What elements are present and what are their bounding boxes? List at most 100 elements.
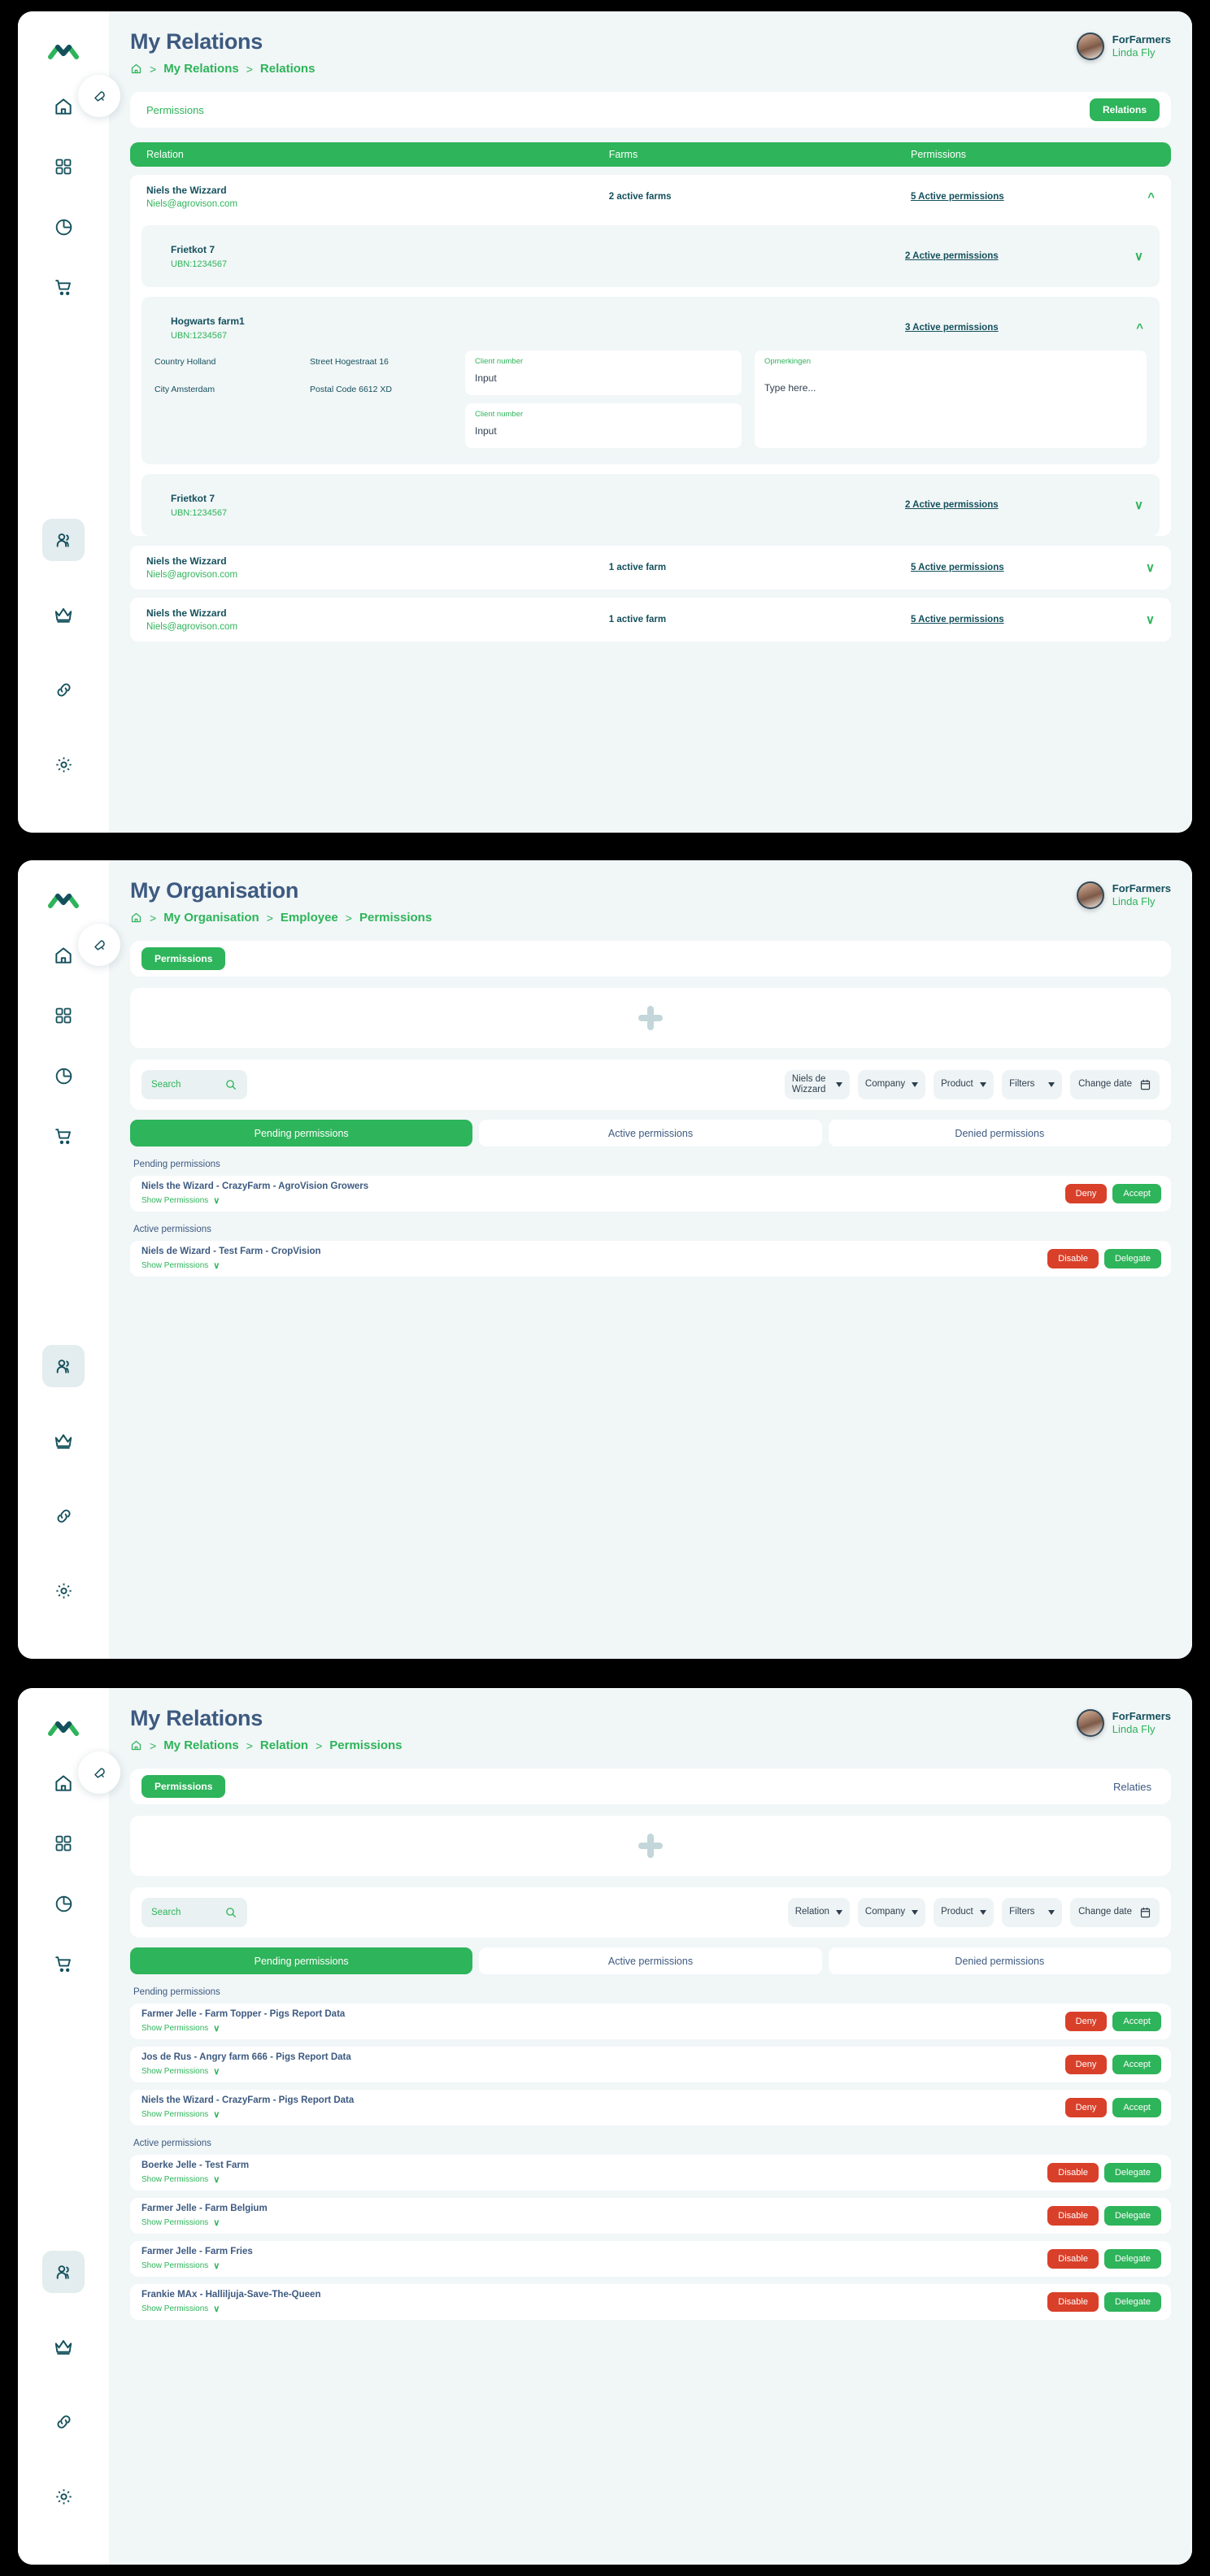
deny-button[interactable]: Deny — [1064, 2012, 1108, 2031]
dropdown-product[interactable]: Product — [934, 1070, 995, 1099]
sidebar-item-relations[interactable] — [42, 519, 85, 561]
change-date-button[interactable]: Change date — [1070, 1898, 1160, 1927]
user-profile[interactable]: ForFarmers Linda Fly — [1076, 1709, 1171, 1737]
home-icon[interactable] — [130, 1739, 142, 1751]
client-number-field-2[interactable]: Client number Input — [465, 403, 742, 448]
chevron-down-icon[interactable]: ∨ — [213, 1195, 220, 1206]
accept-button[interactable]: Accept — [1112, 2055, 1161, 2074]
dropdown-product[interactable]: Product — [934, 1898, 995, 1927]
relation-permissions-link[interactable]: 5 Active permissions — [911, 563, 1004, 572]
show-permissions-toggle[interactable]: Show Permissions ∨ — [141, 2109, 354, 2120]
sidebar-item-reports[interactable] — [42, 1055, 85, 1097]
add-permission-card[interactable] — [130, 1816, 1171, 1876]
sidebar-item-connections[interactable] — [42, 1495, 85, 1537]
table-row[interactable]: Niels the Wizzard Niels@agrovison.com 1 … — [130, 598, 1171, 642]
chevron-up-icon[interactable]: ^ — [1136, 321, 1143, 335]
sidebar-item-premium[interactable] — [42, 1420, 85, 1462]
notification-bell-icon[interactable] — [78, 924, 120, 966]
chevron-down-icon[interactable]: ∨ — [1146, 560, 1155, 575]
chevron-down-icon[interactable]: ∨ — [213, 2109, 220, 2120]
chevron-down-icon[interactable]: ∨ — [213, 2174, 220, 2185]
notification-bell-icon[interactable] — [78, 1751, 120, 1794]
sidebar-item-shop[interactable] — [42, 1115, 85, 1157]
sidebar-item-dashboard[interactable] — [42, 1822, 85, 1865]
deny-button[interactable]: Deny — [1064, 1184, 1108, 1203]
disable-button[interactable]: Disable — [1047, 2163, 1099, 2182]
plus-icon[interactable] — [638, 1006, 663, 1030]
chevron-down-icon[interactable]: ∨ — [213, 2066, 220, 2077]
chevron-down-icon[interactable]: ∨ — [1146, 612, 1155, 627]
breadcrumb-item-0[interactable]: My Organisation — [163, 911, 259, 925]
deny-button[interactable]: Deny — [1064, 2055, 1108, 2074]
delegate-button[interactable]: Delegate — [1103, 2249, 1161, 2269]
dropdown-company[interactable]: Company — [857, 1070, 926, 1099]
farm-summary-row[interactable]: Hogwarts farm1 UBN:1234567 3 Active perm… — [141, 308, 1160, 347]
sidebar-item-connections[interactable] — [42, 668, 85, 711]
show-permissions-toggle[interactable]: Show Permissions ∨ — [141, 2261, 253, 2271]
sidebar-item-dashboard[interactable] — [42, 994, 85, 1037]
farm-permissions-link[interactable]: 3 Active permissions — [905, 323, 999, 333]
show-permissions-toggle[interactable]: Show Permissions ∨ — [141, 2066, 351, 2077]
relation-permissions-link[interactable]: 5 Active permissions — [911, 615, 1004, 624]
relation-permissions-link[interactable]: 5 Active permissions — [911, 192, 1004, 202]
farm-permissions-link[interactable]: 2 Active permissions — [905, 251, 999, 261]
home-icon[interactable] — [130, 63, 142, 75]
mountain-logo-icon[interactable] — [46, 41, 81, 62]
show-permissions-toggle[interactable]: Show Permissions ∨ — [141, 2174, 249, 2185]
tab-permissions[interactable]: Permissions — [141, 947, 226, 970]
show-permissions-toggle[interactable]: Show Permissions ∨ — [141, 1260, 321, 1271]
sidebar-item-settings[interactable] — [42, 743, 85, 785]
tab-pending-permissions[interactable]: Pending permissions — [130, 1947, 473, 1974]
sidebar-item-shop[interactable] — [42, 1943, 85, 1985]
delegate-button[interactable]: Delegate — [1103, 1249, 1161, 1268]
chevron-down-icon[interactable]: ∨ — [213, 1260, 220, 1271]
breadcrumb-item-1[interactable]: Relations — [260, 62, 316, 76]
accept-button[interactable]: Accept — [1112, 2012, 1161, 2031]
sidebar-item-reports[interactable] — [42, 206, 85, 248]
chevron-down-icon[interactable]: ∨ — [213, 2217, 220, 2228]
delegate-button[interactable]: Delegate — [1103, 2292, 1161, 2312]
accept-button[interactable]: Accept — [1112, 1184, 1161, 1203]
sidebar-item-premium[interactable] — [42, 594, 85, 636]
chevron-down-icon[interactable]: ∨ — [1134, 498, 1143, 512]
chevron-down-icon[interactable]: ∨ — [213, 2304, 220, 2314]
breadcrumb-item-1[interactable]: Employee — [281, 911, 338, 925]
breadcrumb-item-1[interactable]: Relation — [260, 1738, 308, 1752]
breadcrumb-item-0[interactable]: My Relations — [163, 1738, 239, 1752]
sidebar-item-connections[interactable] — [42, 2400, 85, 2443]
dropdown-relation[interactable]: Niels de Wizzard — [784, 1070, 850, 1099]
tab-denied-permissions[interactable]: Denied permissions — [828, 1947, 1171, 1974]
show-permissions-toggle[interactable]: Show Permissions ∨ — [141, 2217, 268, 2228]
farm-permissions-link[interactable]: 2 Active permissions — [905, 500, 999, 510]
delegate-button[interactable]: Delegate — [1103, 2163, 1161, 2182]
search-icon[interactable] — [224, 1906, 237, 1919]
sidebar-item-reports[interactable] — [42, 1882, 85, 1925]
notification-bell-icon[interactable] — [78, 75, 120, 117]
tab-permissions[interactable]: Permissions — [141, 104, 204, 116]
add-permission-card[interactable] — [130, 988, 1171, 1048]
user-profile[interactable]: ForFarmers Linda Fly — [1076, 881, 1171, 909]
mountain-logo-icon[interactable] — [46, 890, 81, 911]
relation-summary-row[interactable]: Niels the Wizzard Niels@agrovison.com 2 … — [130, 175, 1171, 219]
search-input[interactable]: Search — [141, 1070, 247, 1099]
dropdown-relation[interactable]: Relation — [787, 1898, 850, 1927]
tab-relaties[interactable]: Relaties — [1113, 1781, 1160, 1793]
calendar-icon[interactable] — [1139, 1078, 1151, 1091]
chevron-down-icon[interactable]: ∨ — [1134, 249, 1143, 263]
tab-active-permissions[interactable]: Active permissions — [479, 1120, 822, 1147]
table-row[interactable]: Niels the Wizzard Niels@agrovison.com 1 … — [130, 546, 1171, 590]
disable-button[interactable]: Disable — [1047, 2249, 1099, 2269]
search-icon[interactable] — [224, 1078, 237, 1091]
client-number-field-1[interactable]: Client number Input — [465, 350, 742, 395]
breadcrumb-item-2[interactable]: Permissions — [359, 911, 432, 925]
home-icon[interactable] — [130, 912, 142, 924]
sidebar-item-settings[interactable] — [42, 2475, 85, 2517]
plus-icon[interactable] — [638, 1834, 663, 1858]
breadcrumb-item-2[interactable]: Permissions — [329, 1738, 402, 1752]
farm-summary-row[interactable]: Frietkot 7 UBN:1234567 2 Active permissi… — [141, 485, 1160, 524]
sidebar-item-settings[interactable] — [42, 1569, 85, 1612]
sidebar-item-premium[interactable] — [42, 2326, 85, 2368]
change-date-button[interactable]: Change date — [1070, 1070, 1160, 1099]
show-permissions-toggle[interactable]: Show Permissions ∨ — [141, 1195, 368, 1206]
dropdown-company[interactable]: Company — [857, 1898, 926, 1927]
